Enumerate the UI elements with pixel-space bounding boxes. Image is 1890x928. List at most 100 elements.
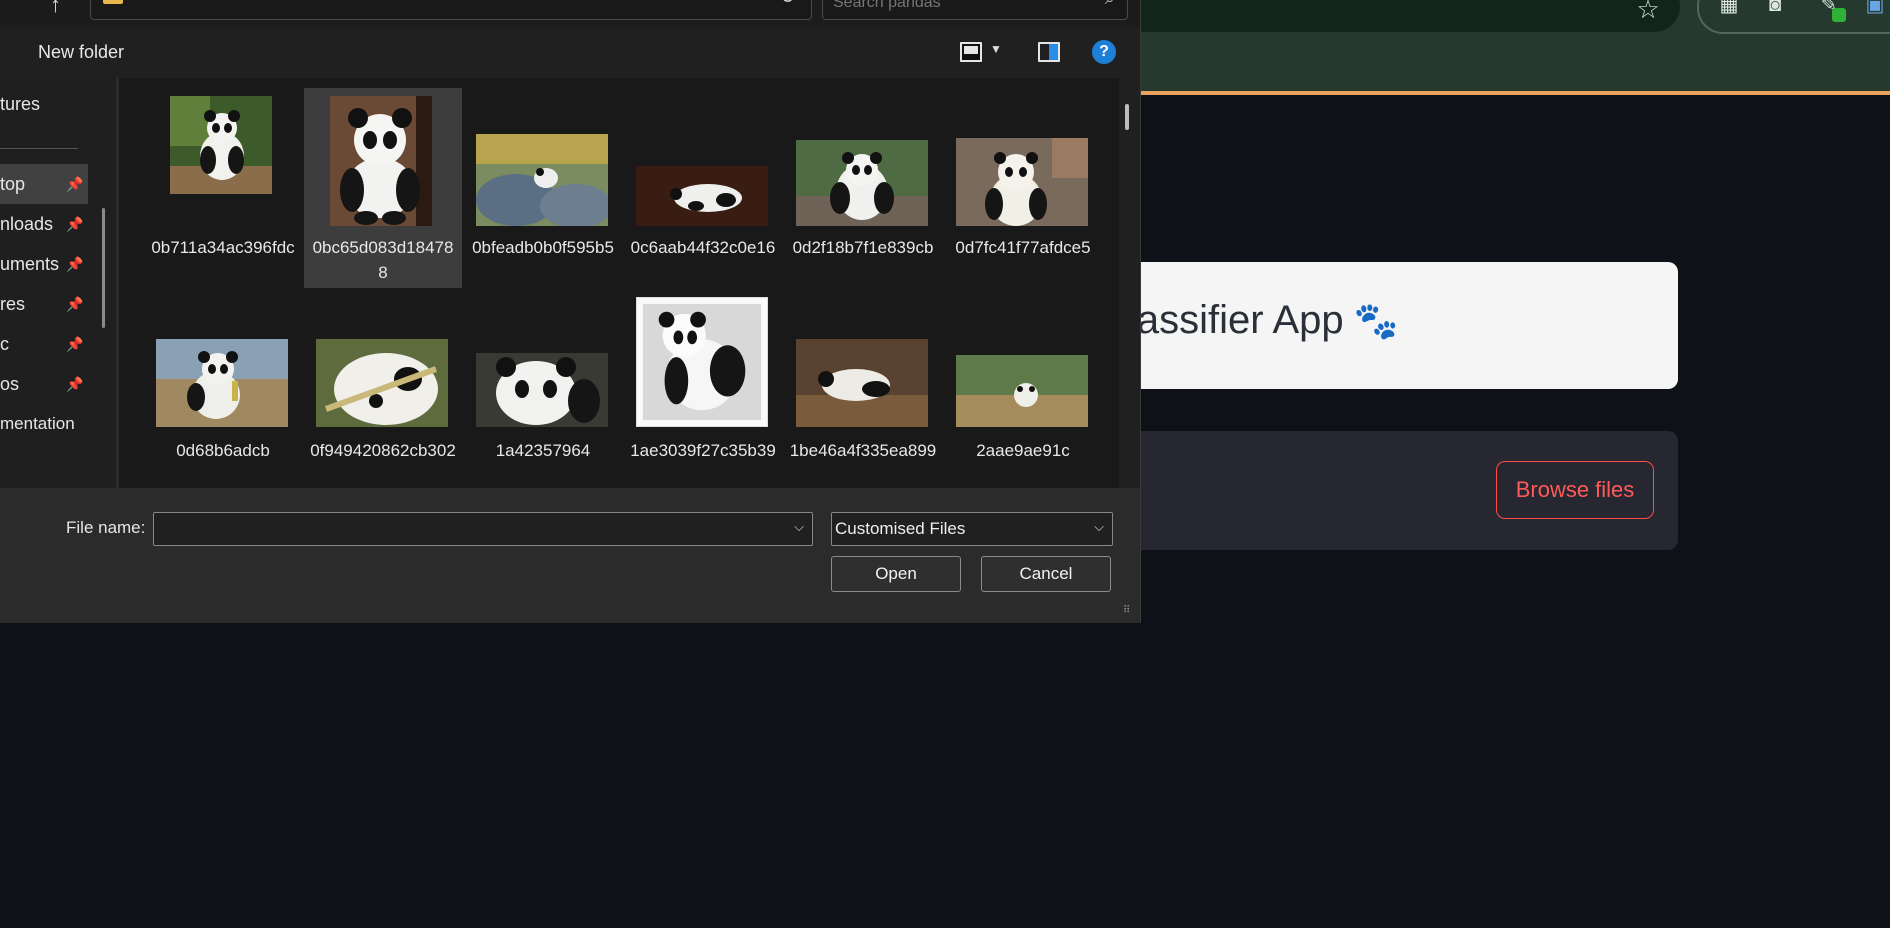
- file-grid-scrollbar[interactable]: [1125, 104, 1129, 130]
- thumbnail-area: [144, 297, 302, 427]
- thumbnail-area: [144, 94, 302, 224]
- file-type-select[interactable]: Customised Files ⌵: [831, 512, 1113, 546]
- file-name: 0bfeadb0b0f595b5: [472, 238, 614, 257]
- nav-item-documents[interactable]: uments 📌: [0, 244, 88, 284]
- thumbnail-area: [464, 297, 622, 427]
- app-title-text: lassifier App: [1128, 298, 1344, 342]
- nav-item-pictures[interactable]: tures: [0, 84, 88, 124]
- search-input[interactable]: [831, 0, 1085, 15]
- file-item[interactable]: 1be46a4f335ea899: [784, 291, 942, 488]
- preview-pane-icon[interactable]: [1038, 42, 1060, 62]
- file-item[interactable]: 0bfeadb0b0f595b5: [464, 88, 622, 288]
- thumbnail-area: [624, 94, 782, 226]
- tab-groups-icon[interactable]: ▦: [1716, 0, 1742, 18]
- file-name: 0b711a34ac396fdc: [151, 238, 295, 257]
- paw-icon: 🐾: [1353, 300, 1399, 341]
- nav-item-pictures-pinned[interactable]: res 📌: [0, 284, 88, 324]
- view-icon: [960, 42, 982, 62]
- star-icon[interactable]: ☆: [1633, 0, 1663, 24]
- nav-item-videos[interactable]: os 📌: [0, 364, 88, 404]
- profile-icon[interactable]: ▣: [1862, 0, 1888, 18]
- up-arrow-icon[interactable]: ↑: [50, 0, 61, 18]
- file-name-input[interactable]: [160, 517, 764, 541]
- search-box[interactable]: ⌕: [822, 0, 1128, 20]
- nav-item-desktop[interactable]: top 📌: [0, 164, 88, 204]
- dialog-toolbar: New folder ▼ ?: [0, 28, 1140, 78]
- search-icon: ⌕: [1105, 0, 1115, 9]
- change-view-button[interactable]: ▼: [960, 40, 1002, 66]
- file-item[interactable]: 0d68b6adcb: [144, 291, 302, 488]
- thumbnail-area: [464, 94, 622, 226]
- camera-icon[interactable]: ◙: [1762, 0, 1788, 18]
- chevron-down-icon[interactable]: ⌵: [794, 519, 804, 535]
- file-name: 1a42357964: [495, 441, 591, 460]
- file-name: 0c6aab44f32c0e16: [630, 238, 776, 257]
- new-folder-button[interactable]: New folder: [30, 40, 132, 65]
- file-name: 0bc65d083d184788: [312, 238, 454, 282]
- file-name: 1be46a4f335ea899: [789, 441, 937, 460]
- file-item-hovered[interactable]: 0bc65d083d184788: [304, 88, 462, 288]
- file-item[interactable]: 0b711a34ac396fdc: [144, 88, 302, 288]
- address-bar[interactable]: [1100, 0, 1680, 32]
- file-name: 2aae9ae91c: [976, 441, 1070, 460]
- nav-item-music[interactable]: c 📌: [0, 324, 88, 364]
- file-name: 0d7fc41f77afdce5: [955, 238, 1091, 257]
- nav-item-label: c: [0, 334, 9, 354]
- file-item[interactable]: 1a42357964: [464, 291, 622, 488]
- nav-item-documentation[interactable]: mentation: [0, 404, 88, 444]
- nav-item-label: top: [0, 174, 26, 194]
- panda-thumbnail: [316, 339, 448, 427]
- nav-item-label: res: [0, 294, 26, 314]
- pin-icon: 📌: [66, 176, 84, 192]
- open-button[interactable]: Open: [831, 556, 961, 592]
- panda-thumbnail: [796, 140, 928, 226]
- thumbnail-area: [944, 297, 1102, 427]
- navigation-pane: tures top 📌 nloads 📌 uments 📌 res 📌 c 📌 …: [0, 78, 118, 488]
- panda-thumbnail: [170, 96, 272, 194]
- nav-item-label: nloads: [0, 214, 54, 234]
- nav-scrollbar[interactable]: [102, 208, 105, 328]
- refresh-icon[interactable]: ↻: [780, 0, 795, 8]
- panda-thumbnail: [956, 138, 1088, 226]
- panda-thumbnail: [330, 96, 432, 226]
- file-name: 0d68b6adcb: [176, 441, 270, 460]
- nav-item-label: mentation: [0, 414, 75, 433]
- file-name-label: File name:: [66, 518, 146, 537]
- file-name: 0d2f18b7f1e839cb: [792, 238, 934, 257]
- file-type-value: Customised Files: [835, 519, 966, 538]
- file-item[interactable]: 2aae9ae91c: [944, 291, 1102, 488]
- thumbnail-area: [624, 297, 782, 427]
- file-name-combobox[interactable]: ⌵: [153, 512, 813, 546]
- resize-grip-icon[interactable]: ⠿: [1123, 605, 1130, 616]
- chevron-down-icon: ▼: [990, 42, 1002, 56]
- app-title: lassifier App 🐾: [1128, 298, 1399, 343]
- folder-icon: [103, 0, 123, 4]
- cancel-button[interactable]: Cancel: [981, 556, 1111, 592]
- file-item[interactable]: 0d2f18b7f1e839cb: [784, 88, 942, 288]
- panda-thumbnail: [636, 166, 768, 226]
- pin-icon: 📌: [66, 256, 84, 272]
- panda-thumbnail: [476, 134, 608, 226]
- chevron-down-icon: ⌵: [1094, 519, 1104, 534]
- pin-icon: 📌: [66, 216, 84, 232]
- path-bar[interactable]: ↻: [90, 0, 812, 20]
- file-item[interactable]: 0c6aab44f32c0e16: [624, 88, 782, 288]
- nav-item-downloads[interactable]: nloads 📌: [0, 204, 88, 244]
- browse-files-button[interactable]: Browse files: [1496, 461, 1654, 519]
- thumbnail-area: [784, 94, 942, 226]
- file-item[interactable]: 1ae3039f27c35b39: [624, 291, 782, 488]
- thumbnail-area: [304, 297, 462, 427]
- help-icon[interactable]: ?: [1092, 40, 1116, 64]
- file-name: 0f949420862cb302: [310, 441, 456, 460]
- dialog-footer: File name: ⌵ Customised Files ⌵ Open Can…: [0, 488, 1140, 623]
- file-name: 1ae3039f27c35b39: [630, 441, 776, 460]
- file-item[interactable]: 0d7fc41f77afdce5: [944, 88, 1102, 288]
- thumbnail-area: [784, 297, 942, 427]
- panda-thumbnail: [156, 339, 288, 427]
- pin-icon: 📌: [66, 376, 84, 392]
- file-grid: 0b711a34ac396fdc 0bc65d083d184788 0bfead…: [119, 78, 1119, 488]
- panda-thumbnail: [796, 339, 928, 427]
- nav-item-label: uments: [0, 254, 60, 274]
- thumbnail-area: [304, 94, 462, 226]
- file-item[interactable]: 0f949420862cb302: [304, 291, 462, 488]
